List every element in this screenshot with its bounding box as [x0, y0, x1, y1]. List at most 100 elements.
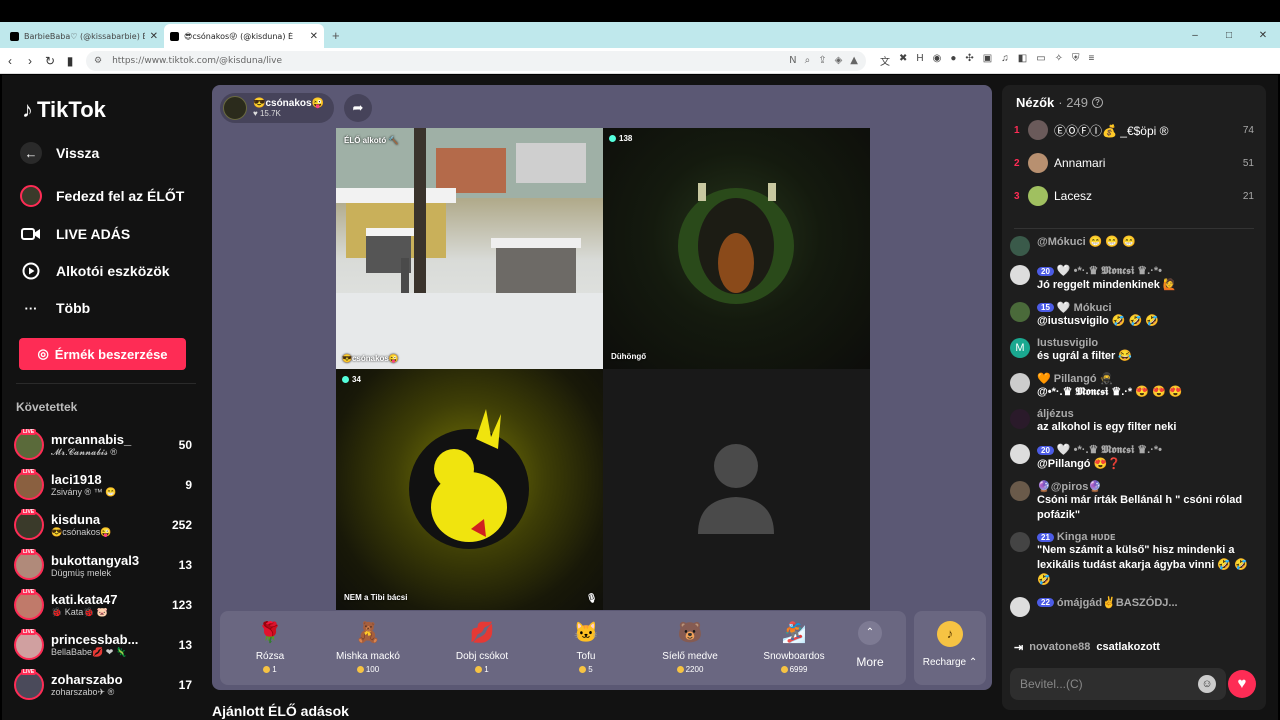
back-icon[interactable]: ‹ — [0, 54, 20, 68]
nav-more[interactable]: ··· Több — [20, 297, 91, 319]
following-item[interactable]: LIVE laci1918 Zsivány ® ™ 😁 9 — [14, 467, 192, 503]
reload-icon[interactable]: ↻ — [40, 54, 60, 68]
avatar — [1010, 532, 1030, 552]
viewer-score: 51 — [1242, 157, 1254, 169]
nav-go-live[interactable]: LIVE ADÁS — [20, 223, 130, 245]
music-icon[interactable]: ♫ — [1001, 53, 1009, 68]
viewers-header[interactable]: Nézők · 249 ? — [1016, 95, 1103, 110]
join-arrow-icon: ⇥ — [1014, 642, 1024, 654]
gift-item[interactable]: 🧸 Mishka mackó 100 — [318, 617, 418, 675]
following-sub: BellaBabe💋 ❤ 🦎 — [51, 647, 127, 657]
forward-icon[interactable]: › — [20, 54, 40, 68]
extension-color-icon[interactable]: ● — [950, 53, 956, 68]
vpn-icon[interactable]: ⛨ — [1072, 53, 1080, 68]
following-sub: Zsivány ® ™ 😁 — [51, 487, 117, 497]
avatar: LIVE — [14, 589, 44, 620]
avatar — [1010, 481, 1030, 501]
gift-item[interactable]: 🐻 Síelő medve 2200 — [640, 617, 740, 675]
browser-tab-1[interactable]: BarbieBaba♡ (@kissabarbie) ÉLŐ ad ✕ — [4, 24, 164, 48]
avatar — [1028, 186, 1048, 206]
more-gifts-button[interactable]: ⌃ More — [850, 617, 890, 669]
avatar — [1010, 302, 1030, 322]
following-item[interactable]: LIVE kisduna 😎csónakos😜 252 — [14, 507, 192, 543]
gift-item[interactable]: 🏂 Snowboardos 6999 — [744, 617, 844, 675]
bookmark-icon[interactable]: ▮ — [60, 54, 80, 68]
new-tab-button[interactable]: + — [324, 24, 348, 48]
following-name: mrcannabis_ — [51, 432, 132, 447]
extension-puzzle-icon[interactable]: ✣ — [965, 53, 973, 68]
gift-item[interactable]: 🌹 Rózsa 1 — [220, 617, 320, 675]
following-item[interactable]: LIVE princessbab... BellaBabe💋 ❤ 🦎 13 — [14, 627, 192, 663]
chat-text: Jó reggelt mindenkinek 🙋 — [1037, 279, 1177, 291]
help-icon[interactable]: ? — [1091, 97, 1103, 108]
nav-back[interactable]: ← Vissza — [20, 142, 99, 164]
chat-panel: Nézők · 249 ? 1 ⒺⓄⒻⒾ💰 _€$öpi ® 74 2 Anna… — [1002, 85, 1266, 710]
site-settings-icon[interactable]: ⚙ — [94, 56, 102, 66]
following-name: princessbab... — [51, 632, 139, 647]
extension-eye-icon[interactable]: ◉ — [933, 53, 942, 68]
following-name: bukottangyal3 — [51, 552, 140, 568]
tiktok-logo[interactable]: ♪ TikTok — [22, 97, 106, 123]
zoom-icon[interactable]: ⌕ — [805, 55, 811, 66]
gift-name: Snowboardos — [763, 651, 825, 662]
rank-number: 1 — [1014, 124, 1020, 136]
share-icon[interactable]: ⇪ — [818, 55, 826, 66]
guest-video-2[interactable]: 138 Dühöngő — [603, 128, 870, 369]
top-viewer-row[interactable]: 1 ⒺⓄⒻⒾ💰 _€$öpi ® 74 — [1014, 117, 1254, 143]
close-tab-icon[interactable]: ✕ — [310, 31, 318, 42]
minimize-button[interactable]: – — [1178, 30, 1212, 41]
share-button[interactable]: ➦ — [344, 94, 372, 122]
following-item[interactable]: LIVE bukottangyal3 Dügmüş melek 13 — [14, 547, 192, 583]
share-arrow-icon: ➦ — [352, 100, 364, 115]
wallet-icon[interactable]: ▭ — [1036, 53, 1045, 68]
close-window-button[interactable]: ✕ — [1246, 30, 1280, 41]
maximize-button[interactable]: □ — [1212, 30, 1246, 41]
join-notice: ⇥ novatone88 csatlakozott — [1014, 641, 1160, 654]
gift-item[interactable]: 🐱 Tofu 5 — [536, 617, 636, 675]
recharge-button[interactable]: ♪ Recharge ⌃ — [914, 611, 986, 685]
following-item[interactable]: LIVE kati.kata47 🐞 Kata🐞 🐷 123 — [14, 587, 192, 623]
sidebar-icon[interactable]: ◧ — [1018, 53, 1027, 68]
video-camera-icon — [20, 223, 42, 245]
guest-video-host[interactable]: ÉLŐ alkotó 🔨 😎csónakos😜 — [336, 128, 603, 369]
tiktok-page: ♪ TikTok ← Vissza Fedezd fel az ÉLŐT LIV… — [2, 75, 1278, 720]
teddy-bear-icon: 🧸 — [355, 621, 381, 644]
gift-item[interactable]: 💋 Dobj csókot 1 — [432, 617, 532, 675]
menu-icon[interactable]: ≡ — [1089, 53, 1095, 68]
rewards-icon[interactable]: ▲ — [850, 55, 858, 66]
top-viewer-row[interactable]: 2 Annamari 51 — [1014, 150, 1254, 176]
extension-x-icon[interactable]: ✖ — [899, 53, 907, 68]
chat-input[interactable]: Bevitel...(C) ☺ — [1010, 668, 1226, 700]
like-heart-button[interactable]: ♥ — [1228, 670, 1256, 698]
avatar — [1010, 265, 1030, 285]
chat-user: 🤍 •*·.♛ 𝕸𝖔𝖓𝖈𝖘𝖎 ♛.·*• — [1056, 265, 1162, 277]
browser-tab-2[interactable]: 😎csónakos😜 (@kisduna) É ✕ — [164, 24, 324, 48]
extension-hls-icon[interactable]: H — [916, 53, 923, 68]
nav-explore-live[interactable]: Fedezd fel az ÉLŐT — [20, 185, 184, 207]
following-item[interactable]: LIVE zoharszabo zoharszabo✈ ® 17 — [14, 667, 192, 703]
gift-price: 2200 — [640, 665, 740, 674]
live-badge: LIVE — [21, 509, 37, 515]
guest-video-empty[interactable] — [603, 369, 870, 610]
top-viewer-row[interactable]: 3 Lacesz 21 — [1014, 183, 1254, 209]
url-field[interactable]: ⚙ https://www.tiktok.com/@kisduna/live N… — [86, 50, 866, 71]
guest-video-3[interactable]: 34 NEM a Tibi bácsi 🎙 — [336, 369, 603, 610]
chat-list[interactable]: @Mókuci 😁 😁 😁 20 🤍 •*·.♛ 𝕸𝖔𝖓𝖈𝖘𝖎 ♛.·*• Jó r… — [1010, 235, 1260, 660]
coin-icon: ◎ — [37, 346, 49, 361]
host-name: 😎csónakos😜 — [253, 98, 325, 109]
host-info[interactable]: 😎csónakos😜 ♥ 15.7K — [220, 93, 334, 123]
translate-icon[interactable]: 文 — [880, 53, 890, 68]
ai-icon[interactable]: ✧ — [1055, 53, 1063, 68]
brave-shield-icon[interactable]: ◈ — [835, 55, 843, 66]
extension-box-icon[interactable]: ▣ — [983, 53, 992, 68]
following-item[interactable]: LIVE mrcannabis_ 𝓜𝓻.𝓒𝓪𝓷𝓷𝓪𝓫𝓲𝓼 ® 50 — [14, 427, 192, 463]
avatar: LIVE — [14, 469, 44, 500]
reader-icon[interactable]: N — [789, 55, 796, 66]
gift-bar: 🌹 Rózsa 1 🧸 Mishka mackó 100 💋 Dobj csók… — [220, 611, 906, 685]
nav-creator-tools[interactable]: Alkotói eszközök — [20, 260, 170, 282]
get-coins-button[interactable]: ◎ Érmék beszerzése — [19, 338, 186, 370]
avatar: LIVE — [14, 429, 44, 460]
following-viewers: 123 — [171, 598, 192, 612]
emoji-icon[interactable]: ☺ — [1198, 675, 1216, 693]
close-tab-icon[interactable]: ✕ — [150, 31, 158, 42]
